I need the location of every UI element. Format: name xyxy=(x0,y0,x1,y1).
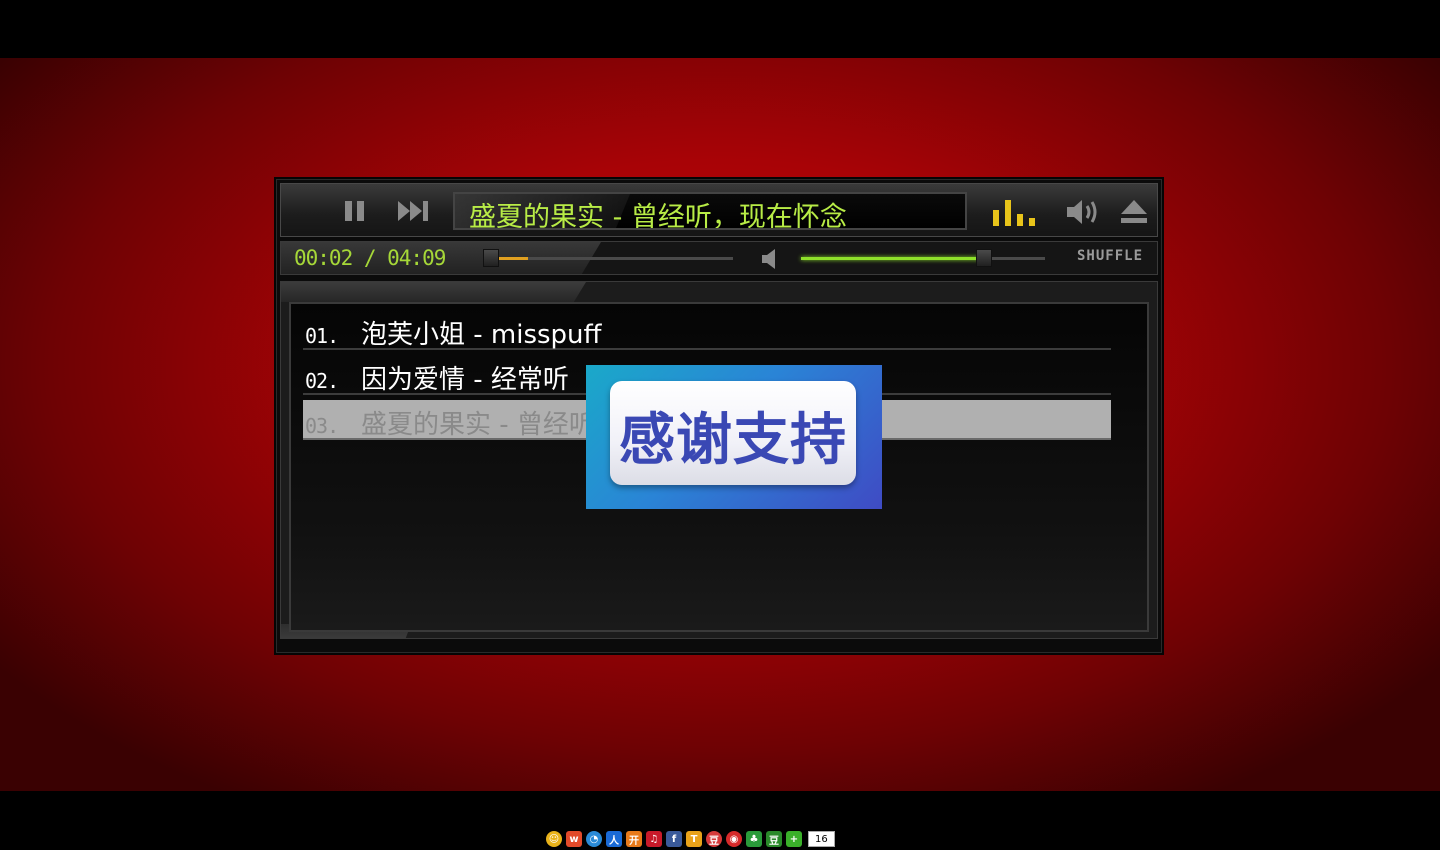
douban-share-icon[interactable]: 豆 xyxy=(706,831,722,847)
tencent-share-icon[interactable]: ◔ xyxy=(586,831,602,847)
volume-fill xyxy=(801,257,984,260)
share-count: 16 xyxy=(808,831,835,847)
now-playing-title: 盛夏的果实 - 曾经听，现在怀念 xyxy=(469,202,847,230)
renren-share-icon[interactable]: 人 xyxy=(606,831,622,847)
volume-slider[interactable] xyxy=(801,249,1045,267)
mute-button[interactable] xyxy=(761,248,779,274)
time-display: 00:02 / 04:09 xyxy=(294,246,446,270)
eject-button[interactable] xyxy=(1119,198,1149,230)
share-toolbar: ☺ w ◔ 人 开 ♫ f T 豆 ◉ ♣ 豆 + 16 xyxy=(546,830,835,848)
tianya-share-icon[interactable]: T xyxy=(686,831,702,847)
progress-bar-row: 00:02 / 04:09 SHUFFLE xyxy=(280,241,1158,275)
pause-button[interactable] xyxy=(343,200,367,226)
equalizer-button[interactable] xyxy=(991,198,1041,230)
next-icon xyxy=(398,201,428,221)
baidu-share-icon[interactable]: ◉ xyxy=(726,831,742,847)
netease-share-icon[interactable]: ♫ xyxy=(646,831,662,847)
volume-button[interactable] xyxy=(1065,198,1103,230)
next-button[interactable] xyxy=(397,200,431,226)
seek-handle[interactable] xyxy=(483,249,499,267)
shuffle-button[interactable]: SHUFFLE xyxy=(1077,248,1143,264)
control-bar: 盛夏的果实 - 曾经听，现在怀念 xyxy=(280,183,1158,237)
clover-share-icon[interactable]: ♣ xyxy=(746,831,762,847)
thanks-banner[interactable]: 感谢支持 xyxy=(586,365,882,509)
eject-icon xyxy=(1121,200,1147,223)
track-number: 03. xyxy=(305,414,339,438)
pause-icon xyxy=(345,201,364,221)
kaixin-share-icon[interactable]: 开 xyxy=(626,831,642,847)
track-number: 02. xyxy=(305,369,339,393)
track-title: 因为爱情 - 经常听 xyxy=(361,365,569,395)
mute-icon xyxy=(762,249,775,269)
seek-bar[interactable] xyxy=(483,249,733,267)
weibo-share-icon[interactable]: w xyxy=(566,831,582,847)
track-number: 01. xyxy=(305,324,339,348)
douban-green-share-icon[interactable]: 豆 xyxy=(766,831,782,847)
facebook-share-icon[interactable]: f xyxy=(666,831,682,847)
volume-handle[interactable] xyxy=(976,249,992,267)
more-share-icon[interactable]: + xyxy=(786,831,802,847)
now-playing-display: 盛夏的果实 - 曾经听，现在怀念 xyxy=(453,192,967,230)
qzone-share-icon[interactable]: ☺ xyxy=(546,831,562,847)
track-title: 泡芙小姐 - misspuff xyxy=(361,320,602,350)
playlist-item[interactable]: 01. 泡芙小姐 - misspuff xyxy=(303,310,1111,350)
equalizer-icon xyxy=(993,200,1035,226)
thanks-banner-card: 感谢支持 xyxy=(610,381,856,485)
volume-icon xyxy=(1067,200,1097,224)
thanks-banner-text: 感谢支持 xyxy=(619,408,847,473)
